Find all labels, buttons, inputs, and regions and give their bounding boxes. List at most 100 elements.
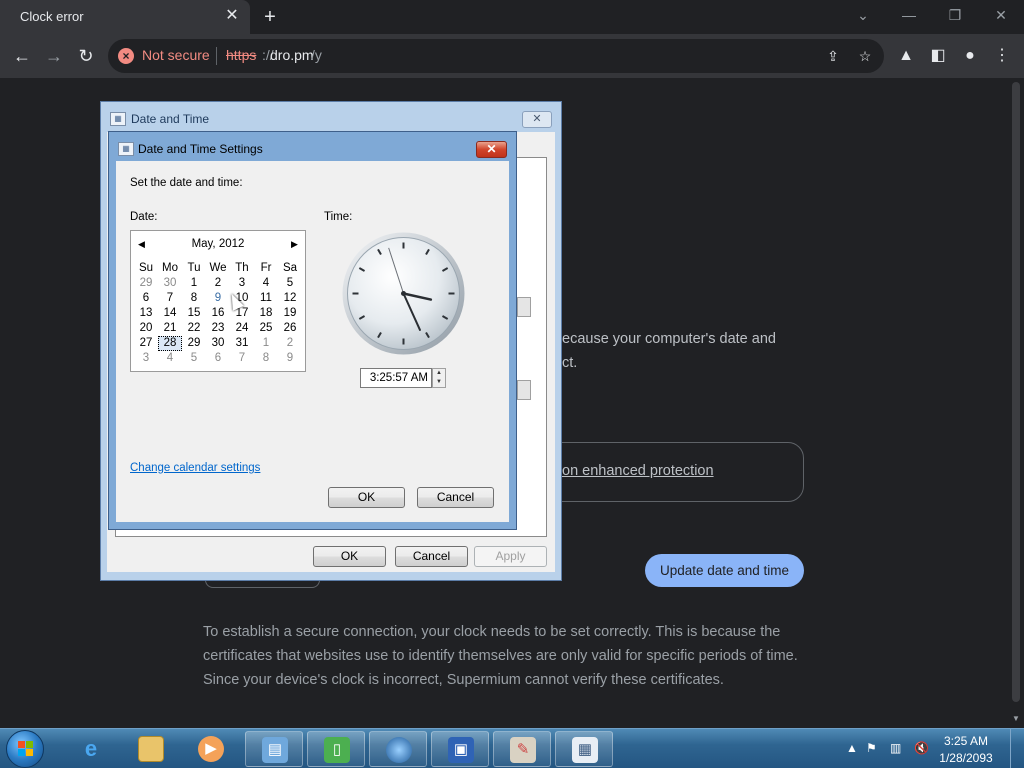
- taskbar-date-time[interactable]: ▦: [555, 731, 613, 767]
- dialog-close-icon[interactable]: ✕: [522, 111, 552, 128]
- settings-close-icon[interactable]: ✕: [476, 141, 507, 158]
- calendar-day[interactable]: 16: [206, 306, 230, 321]
- calendar-month-title[interactable]: May, 2012: [131, 238, 305, 250]
- taskbar-internet-explorer[interactable]: e: [62, 731, 120, 767]
- calendar-day[interactable]: 15: [182, 306, 206, 321]
- calendar-day[interactable]: 26: [278, 321, 302, 336]
- settings-cancel-button[interactable]: Cancel: [417, 487, 494, 508]
- tab-close-icon[interactable]: ✕: [222, 6, 242, 26]
- address-bar[interactable]: × Not secure https :// dro.pm /y ⇪ ☆: [108, 39, 884, 73]
- calendar-day[interactable]: 19: [278, 306, 302, 321]
- bookmark-star-icon[interactable]: ☆: [856, 47, 874, 65]
- taskbar-paint[interactable]: ✎: [493, 731, 551, 767]
- calendar-day[interactable]: 3: [230, 276, 254, 291]
- tray-clock-date[interactable]: 1/28/2093: [935, 751, 997, 765]
- calendar-day[interactable]: 1: [254, 336, 278, 351]
- calendar-day[interactable]: 2: [206, 276, 230, 291]
- calendar-clock-icon: ▦: [110, 112, 126, 126]
- taskbar-control-panel[interactable]: ▤: [245, 731, 303, 767]
- change-calendar-settings-link[interactable]: Change calendar settings: [130, 462, 260, 474]
- calendar-day[interactable]: 18: [254, 306, 278, 321]
- minimize-icon[interactable]: —: [894, 4, 924, 28]
- not-secure-icon[interactable]: ×: [118, 48, 134, 64]
- calendar-day[interactable]: 23: [206, 321, 230, 336]
- calendar-day[interactable]: 7: [230, 351, 254, 366]
- time-input[interactable]: 3:25:57 AM: [360, 368, 432, 388]
- back-icon[interactable]: ←: [10, 44, 34, 68]
- taskbar-explorer[interactable]: [122, 731, 180, 767]
- calendar-day[interactable]: 5: [182, 351, 206, 366]
- calendar-day[interactable]: 20: [134, 321, 158, 336]
- share-icon[interactable]: ⇪: [824, 47, 842, 65]
- side-panel-icon[interactable]: ◧: [926, 44, 950, 68]
- calendar-day[interactable]: 31: [230, 336, 254, 351]
- outer-apply-button[interactable]: Apply: [474, 546, 547, 567]
- page-scrollbar[interactable]: ▼: [1008, 78, 1024, 728]
- calendar-day[interactable]: 14: [158, 306, 182, 321]
- calendar-day[interactable]: 7: [158, 291, 182, 306]
- calendar-day[interactable]: 3: [134, 351, 158, 366]
- scroll-down-icon[interactable]: ▼: [1010, 714, 1022, 726]
- network-icon[interactable]: ▥: [890, 741, 901, 755]
- scrollbar-thumb[interactable]: [1012, 82, 1020, 702]
- calendar-day[interactable]: 30: [206, 336, 230, 351]
- reload-icon[interactable]: ↻: [74, 44, 98, 68]
- profile-icon[interactable]: ●: [958, 44, 982, 68]
- calendar-day[interactable]: 6: [134, 291, 158, 306]
- not-secure-label[interactable]: Not secure: [142, 47, 210, 63]
- hidden-change-button[interactable]: [517, 297, 531, 317]
- update-date-time-button[interactable]: Update date and time: [645, 554, 804, 587]
- calendar-day[interactable]: 6: [206, 351, 230, 366]
- action-center-flag-icon[interactable]: ⚑: [866, 741, 877, 755]
- browser-tab-active[interactable]: Clock error ✕: [0, 0, 250, 34]
- calendar-day[interactable]: 21: [158, 321, 182, 336]
- calendar-day[interactable]: 8: [182, 291, 206, 306]
- taskbar-browser[interactable]: [369, 731, 427, 767]
- tray-clock-time[interactable]: 3:25 AM: [935, 734, 997, 748]
- time-spinner[interactable]: ▲ ▼: [432, 368, 446, 388]
- taskbar-media-player[interactable]: ▶: [182, 731, 240, 767]
- calendar-day[interactable]: 28: [158, 336, 182, 351]
- calendar-day[interactable]: 24: [230, 321, 254, 336]
- tray-show-hidden-icon[interactable]: ▲: [846, 741, 858, 755]
- menu-icon[interactable]: ⋮: [990, 44, 1014, 68]
- calendar-day[interactable]: 1: [182, 276, 206, 291]
- calendar-day[interactable]: 29: [182, 336, 206, 351]
- window-close-icon[interactable]: ✕: [986, 4, 1016, 28]
- date-time-settings-dialog: ▦ Date and Time Settings ✕ Set the date …: [108, 131, 517, 530]
- outer-ok-button[interactable]: OK: [313, 546, 386, 567]
- restore-icon[interactable]: ❐: [940, 4, 970, 28]
- new-tab-icon[interactable]: +: [258, 5, 282, 29]
- forward-icon[interactable]: →: [42, 44, 66, 68]
- calendar-day[interactable]: 22: [182, 321, 206, 336]
- calendar-day[interactable]: 13: [134, 306, 158, 321]
- calendar-day[interactable]: 8: [254, 351, 278, 366]
- calendar-day[interactable]: 30: [158, 276, 182, 291]
- settings-ok-button[interactable]: OK: [328, 487, 405, 508]
- extension-flask-icon[interactable]: ▲: [894, 44, 918, 68]
- calendar-day[interactable]: 25: [254, 321, 278, 336]
- hidden-change-timezone-button[interactable]: [517, 380, 531, 400]
- show-desktop-button[interactable]: [1010, 729, 1024, 768]
- calendar-day[interactable]: 5: [278, 276, 302, 291]
- calendar-day[interactable]: 4: [254, 276, 278, 291]
- spin-down-icon[interactable]: ▼: [433, 378, 445, 387]
- calendar-day[interactable]: 2: [278, 336, 302, 351]
- taskbar-window-switcher[interactable]: ▯: [307, 731, 365, 767]
- enhanced-protection-link[interactable]: on enhanced protection: [562, 463, 714, 479]
- spin-up-icon[interactable]: ▲: [433, 369, 445, 378]
- calendar-day[interactable]: 27: [134, 336, 158, 351]
- calendar-day[interactable]: 4: [158, 351, 182, 366]
- outer-cancel-button[interactable]: Cancel: [395, 546, 468, 567]
- calendar-day[interactable]: 9: [278, 351, 302, 366]
- internet-explorer-icon: e: [84, 736, 98, 761]
- start-button[interactable]: [6, 730, 44, 768]
- calendar-day[interactable]: 29: [134, 276, 158, 291]
- taskbar-remote-desktop[interactable]: ▣: [431, 731, 489, 767]
- volume-muted-icon[interactable]: 🔇: [914, 741, 929, 755]
- calendar-day[interactable]: 12: [278, 291, 302, 306]
- next-month-icon[interactable]: ▶: [291, 239, 298, 250]
- calendar[interactable]: ◀ May, 2012 ▶ Su Mo Tu We Th Fr Sa 29 30 1 2 3 4 5 6 7 8…: [130, 230, 306, 372]
- calendar-day[interactable]: 11: [254, 291, 278, 306]
- tab-search-icon[interactable]: ⌄: [848, 4, 878, 28]
